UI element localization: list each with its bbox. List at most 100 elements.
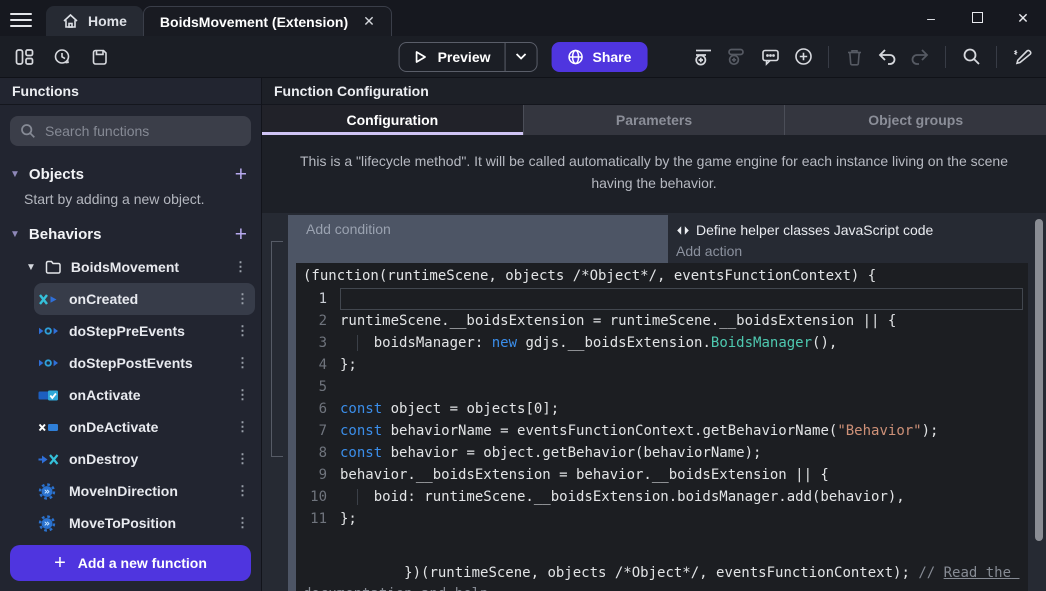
edit-extension-icon[interactable] [1010,45,1034,69]
close-button[interactable]: ✕ [1000,10,1046,27]
gear-icon: » [38,515,60,532]
line-number: 11 [298,508,340,530]
sidebar-item-moveindirection[interactable]: » MoveInDirection ⋮ [34,475,255,507]
folder-label: BoidsMovement [71,259,179,275]
add-subevent-icon[interactable] [725,45,749,69]
line-number: 7 [298,420,340,442]
code-line-9: 9behavior.__boidsExtension = behavior.__… [298,464,1026,486]
redo-icon[interactable] [908,45,932,69]
function-configuration-panel: Function Configuration Configuration Par… [262,78,1046,591]
delete-icon[interactable] [842,45,866,69]
line-content [340,376,1026,398]
add-behavior-button[interactable]: + [235,224,247,245]
line-number: 9 [298,464,340,486]
sidebar-item-label: doStepPreEvents [69,323,185,339]
item-menu-icon[interactable]: ⋮ [236,323,249,339]
line-content: }; [340,354,1026,376]
line-content: const behavior = object.getBehavior(beha… [340,442,1026,464]
step-icon [38,357,60,369]
sidebar-item-movetoposition[interactable]: » MoveToPosition ⋮ [34,507,255,539]
play-icon [414,50,428,64]
search-icon[interactable] [959,45,983,69]
undo-icon[interactable] [875,45,899,69]
code-wrapper-footer: })(runtimeScene, objects /*Object*/, eve… [298,541,1026,591]
svg-text:»: » [44,486,50,497]
event-indent-bracket [271,241,283,457]
code-line-6: 6const object = objects[0]; [298,398,1026,420]
tab-object-groups[interactable]: Object groups [784,105,1046,135]
line-number: 8 [298,442,340,464]
search-functions-input[interactable] [45,123,241,139]
minimize-button[interactable]: – [908,10,954,26]
preview-dropdown-button[interactable] [505,43,537,71]
line-content: const object = objects[0]; [340,398,1026,420]
panels-icon[interactable] [12,45,36,69]
preview-button[interactable]: Preview [399,42,538,72]
sidebar-item-label: MoveInDirection [69,483,178,499]
search-functions-box[interactable] [10,116,251,146]
item-menu-icon[interactable]: ⋮ [236,483,249,499]
js-code-icon [676,225,690,236]
tab-object-groups-label: Object groups [868,112,963,128]
sidebar-item-ondeactivate[interactable]: onDeActivate ⋮ [34,411,255,443]
line-number: 4 [298,354,340,376]
add-function-button[interactable]: + Add a new function [10,545,251,581]
close-tab-icon[interactable]: ✕ [363,13,375,30]
tab-boidsmovement-extension[interactable]: BoidsMovement (Extension) ✕ [143,6,392,36]
history-icon[interactable] [50,45,74,69]
sidebar-item-oncreated[interactable]: onCreated ⋮ [34,283,255,315]
line-number: 3 [298,332,340,354]
item-menu-icon[interactable]: ⋮ [236,515,249,531]
add-condition-button[interactable]: Add condition [296,215,668,263]
folder-menu-icon[interactable]: ⋮ [234,259,247,275]
objects-section-header[interactable]: ▼ Objects + [0,157,261,191]
js-action-row[interactable]: Define helper classes JavaScript code [676,219,1028,241]
code-footer-text: })(runtimeScene, objects /*Object*/, eve… [404,565,918,581]
item-menu-icon[interactable]: ⋮ [236,451,249,467]
gear-icon: » [38,483,60,500]
item-menu-icon[interactable]: ⋮ [236,419,249,435]
add-circle-icon[interactable] [791,45,815,69]
add-comment-icon[interactable] [758,45,782,69]
line-number: 10 [298,486,340,508]
events-sheet: Add condition Define helper classes Java… [262,213,1046,591]
sidebar-item-ondestroy[interactable]: onDestroy ⋮ [34,443,255,475]
tab-home[interactable]: Home [46,6,143,36]
lifecycle-description: This is a "lifecycle method". It will be… [262,135,1046,213]
tab-parameters-label: Parameters [616,112,692,128]
collapse-triangle-icon[interactable]: ▼ [26,262,36,273]
maximize-icon [972,12,983,23]
item-menu-icon[interactable]: ⋮ [236,355,249,371]
objects-empty-text: Start by adding a new object. [0,191,261,217]
tab-parameters[interactable]: Parameters [523,105,785,135]
item-menu-icon[interactable]: ⋮ [236,387,249,403]
sidebar-item-dosteppostevents[interactable]: doStepPostEvents ⋮ [34,347,255,379]
maximize-button[interactable] [954,10,1000,26]
hamburger-icon[interactable] [10,9,32,31]
behavior-folder-boidsmovement[interactable]: ▼ BoidsMovement ⋮ [0,251,261,283]
collapse-triangle-icon[interactable]: ▼ [10,229,20,240]
home-icon [62,13,79,29]
save-icon[interactable] [88,45,112,69]
created-icon [38,293,60,306]
add-object-button[interactable]: + [235,164,247,185]
sidebar-item-label: onCreated [69,291,138,307]
main-toolbar: Preview Share [0,36,1046,78]
collapse-triangle-icon[interactable]: ▼ [10,169,20,180]
item-menu-icon[interactable]: ⋮ [236,291,249,307]
line-number: 2 [298,310,340,332]
code-line-2: 2runtimeScene.__boidsExtension = runtime… [298,310,1026,332]
js-code-editor[interactable]: (function(runtimeScene, objects /*Object… [296,263,1028,591]
tab-configuration[interactable]: Configuration [262,105,523,135]
share-button[interactable]: Share [552,42,648,72]
behaviors-section-header[interactable]: ▼ Behaviors + [0,217,261,251]
add-event-icon[interactable] [692,45,716,69]
events-scrollbar-thumb[interactable] [1035,219,1043,541]
window-controls: – ✕ [908,0,1046,36]
code-footer-comment: // [918,565,943,581]
sidebar-item-dosteppreevents[interactable]: doStepPreEvents ⋮ [34,315,255,347]
code-line-3: 3 boidsManager: new gdjs.__boidsExtensio… [298,332,1026,354]
sidebar-item-onactivate[interactable]: onActivate ⋮ [34,379,255,411]
preview-label: Preview [438,49,491,65]
add-action-button[interactable]: Add action [676,241,1028,261]
